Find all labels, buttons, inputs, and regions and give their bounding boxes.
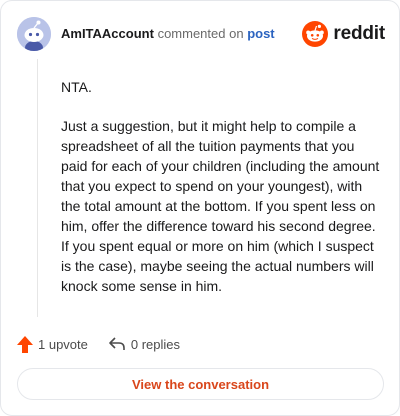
- avatar[interactable]: [17, 17, 51, 51]
- view-conversation-button[interactable]: View the conversation: [17, 368, 384, 400]
- meta-verb: commented on: [157, 26, 244, 41]
- upvote-arrow-icon[interactable]: [17, 335, 33, 353]
- username-link[interactable]: AmITAAccount: [61, 26, 154, 41]
- post-link[interactable]: post: [247, 26, 274, 41]
- reply-count: 0 replies: [130, 336, 181, 352]
- reddit-wordmark: reddit: [333, 23, 385, 44]
- reddit-logo-icon: [302, 21, 329, 47]
- upvote-count: 1 upvote: [38, 336, 88, 352]
- comment-header: AmITAAccount commented on post reddit: [17, 17, 385, 51]
- comment-meta: AmITAAccount commented on post: [61, 26, 275, 42]
- comment-paragraph: NTA.: [61, 79, 92, 95]
- comment-actions: 1 upvote 0 replies: [17, 333, 180, 355]
- reply-action[interactable]: 0 replies: [108, 336, 180, 352]
- comment-body: NTA. Just a suggestion, but it might hel…: [61, 77, 381, 315]
- embedded-comment-card: AmITAAccount commented on post reddit NT…: [0, 0, 400, 416]
- upvote-action[interactable]: 1 upvote: [17, 335, 88, 353]
- comment-paragraph: Just a suggestion, but it might help to …: [61, 118, 380, 294]
- thread-line: [37, 59, 38, 317]
- reddit-brand[interactable]: reddit: [302, 21, 385, 47]
- avatar-snoo-icon: [17, 17, 51, 51]
- reply-icon[interactable]: [108, 336, 126, 352]
